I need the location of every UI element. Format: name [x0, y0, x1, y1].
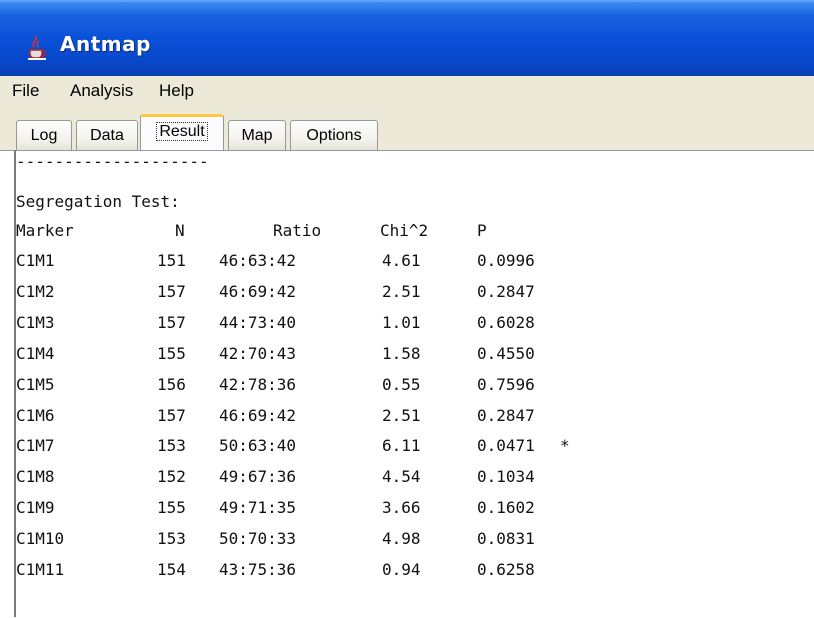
cell-n: 155 — [157, 498, 186, 518]
column-header-chi2: Chi^2 — [380, 221, 429, 240]
cell-ratio: 50:63:40 — [219, 436, 297, 456]
cell-ratio: 46:69:42 — [219, 405, 297, 425]
title-bar[interactable]: Antmap — [0, 0, 814, 76]
cell-chi2: 0.94 — [382, 560, 421, 579]
cell-p: 0.0471 — [477, 436, 535, 456]
cell-ratio: 50:70:33 — [219, 529, 297, 549]
cell-n: 157 — [157, 405, 186, 425]
tab-result[interactable]: Result — [140, 114, 224, 154]
tab-data-label: Data — [90, 127, 124, 144]
column-header-p: P — [477, 221, 487, 240]
cell-p: 0.0831 — [477, 529, 535, 549]
cell-n: 153 — [157, 529, 186, 549]
section-heading: Segregation Test: — [16, 192, 180, 211]
cell-n: 157 — [157, 312, 186, 332]
cell-p: 0.1034 — [477, 467, 535, 487]
cell-p: 0.4550 — [477, 343, 535, 363]
cell-ratio: 46:69:42 — [219, 281, 297, 301]
menu-bar: File Analysis Help — [0, 76, 814, 106]
cell-marker: C1M4 — [16, 343, 55, 363]
tab-options-label: Options — [306, 127, 362, 144]
cell-ratio: 44:73:40 — [219, 312, 297, 332]
menu-help[interactable]: Help — [159, 81, 194, 101]
cell-marker: C1M1 — [16, 251, 55, 270]
cell-chi2: 6.11 — [382, 436, 421, 456]
cell-marker: C1M11 — [16, 560, 65, 579]
cell-chi2: 1.58 — [382, 343, 421, 363]
cell-p: 0.2847 — [477, 405, 535, 425]
cell-chi2: 0.55 — [382, 374, 421, 394]
cell-n: 151 — [157, 251, 186, 270]
cell-chi2: 3.66 — [382, 498, 421, 518]
column-header-marker: Marker — [16, 221, 74, 240]
cell-marker: C1M3 — [16, 312, 55, 332]
cell-flag: * — [560, 436, 570, 456]
tab-options[interactable]: Options — [290, 120, 378, 152]
cell-chi2: 4.98 — [382, 529, 421, 549]
tab-map-label: Map — [241, 127, 273, 144]
cell-n: 157 — [157, 281, 186, 301]
cell-chi2: 2.51 — [382, 405, 421, 425]
cell-ratio: 42:78:36 — [219, 374, 297, 394]
cell-p: 0.7596 — [477, 374, 535, 394]
cell-p: 0.0996 — [477, 251, 535, 270]
cell-chi2: 4.61 — [382, 251, 421, 270]
cell-ratio: 42:70:43 — [219, 343, 297, 363]
cell-marker: C1M9 — [16, 498, 55, 518]
cell-p: 0.1602 — [477, 498, 535, 518]
window-title: Antmap — [60, 32, 151, 56]
table-header-row: Marker N Ratio Chi^2 P — [0, 221, 487, 251]
cell-marker: C1M8 — [16, 467, 55, 487]
cell-n: 152 — [157, 467, 186, 487]
cell-chi2: 2.51 — [382, 281, 421, 301]
cell-marker: C1M10 — [16, 529, 65, 549]
cell-ratio: 46:63:42 — [219, 251, 297, 270]
cell-marker: C1M7 — [16, 436, 55, 456]
cell-ratio: 43:75:36 — [219, 560, 297, 579]
tab-data[interactable]: Data — [76, 120, 138, 152]
tab-log-label: Log — [30, 127, 58, 144]
tab-map[interactable]: Map — [228, 120, 286, 152]
java-cup-icon — [28, 35, 47, 60]
cell-n: 154 — [157, 560, 186, 579]
tab-result-label: Result — [156, 122, 208, 141]
cell-marker: C1M2 — [16, 281, 55, 301]
cell-ratio: 49:67:36 — [219, 467, 297, 487]
column-header-ratio: Ratio — [273, 221, 322, 240]
menu-analysis[interactable]: Analysis — [70, 81, 133, 101]
separator-line: -------------------- — [16, 152, 209, 171]
cell-p: 0.6028 — [477, 312, 535, 332]
tab-log[interactable]: Log — [16, 120, 72, 152]
column-header-n: N — [175, 221, 185, 240]
cell-marker: C1M6 — [16, 405, 55, 425]
cell-p: 0.2847 — [477, 281, 535, 301]
cell-chi2: 4.54 — [382, 467, 421, 487]
cell-marker: C1M5 — [16, 374, 55, 394]
cell-n: 153 — [157, 436, 186, 456]
cell-chi2: 1.01 — [382, 312, 421, 332]
cell-n: 155 — [157, 343, 186, 363]
cell-ratio: 49:71:35 — [219, 498, 297, 518]
cell-p: 0.6258 — [477, 560, 535, 579]
cell-n: 156 — [157, 374, 186, 394]
menu-file[interactable]: File — [12, 81, 39, 101]
